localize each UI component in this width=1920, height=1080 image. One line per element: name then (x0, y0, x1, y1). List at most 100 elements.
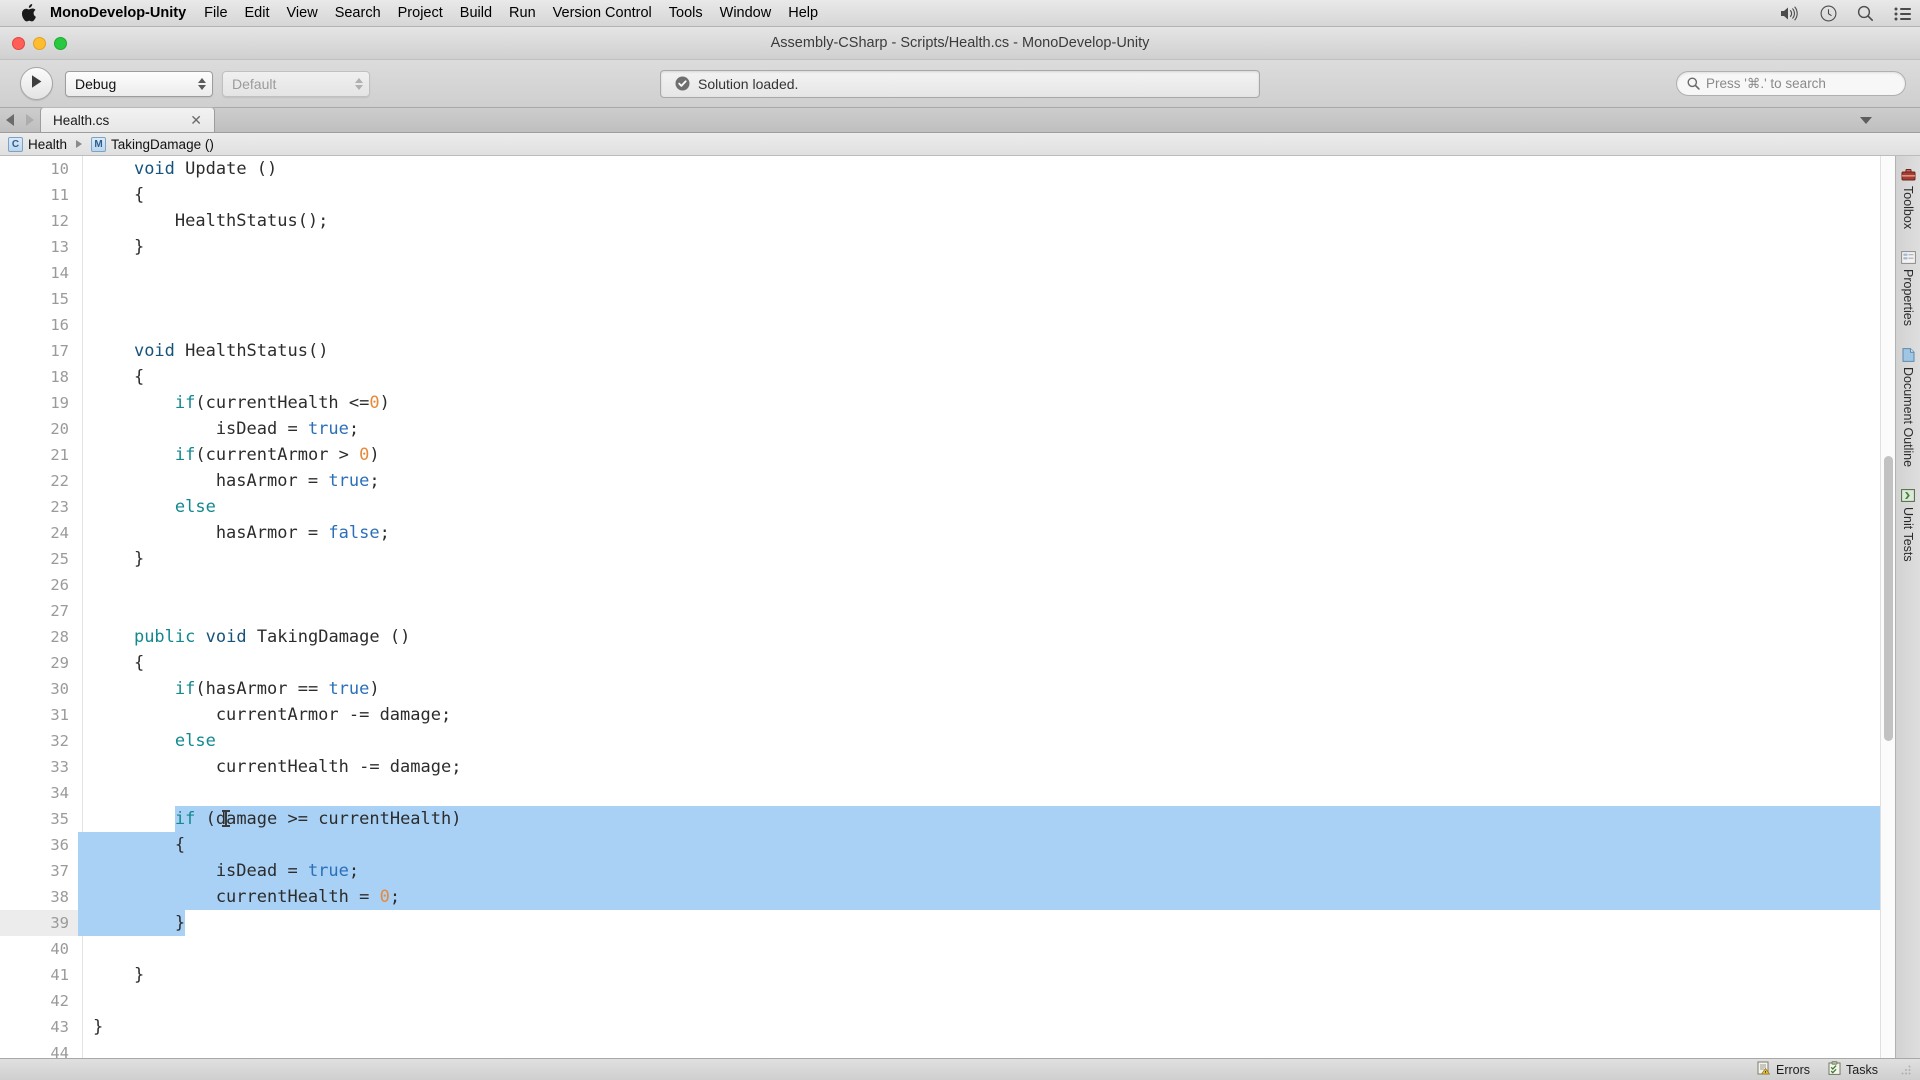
code-line[interactable]: if(hasArmor == true) (83, 676, 1880, 702)
code-line[interactable]: void Update () (83, 156, 1880, 182)
menu-window[interactable]: Window (720, 5, 772, 21)
search-placeholder: Press '⌘.' to search (1706, 75, 1826, 91)
status-panel-text: Solution loaded. (698, 75, 799, 92)
line-number: 38 (50, 888, 69, 906)
tab-health-cs[interactable]: Health.cs ✕ (40, 107, 215, 132)
code-line[interactable] (83, 780, 1880, 806)
code-line[interactable] (83, 286, 1880, 312)
breadcrumb-method-label: TakingDamage () (111, 136, 214, 152)
code-line[interactable]: if(currentHealth <=0) (83, 390, 1880, 416)
code-line[interactable]: } (83, 234, 1880, 260)
code-line[interactable]: isDead = true; (83, 416, 1880, 442)
configuration-selector[interactable]: Debug (65, 70, 213, 97)
unit-tests-icon (1901, 489, 1915, 503)
pad-document-outline[interactable]: Document Outline (1901, 342, 1915, 483)
code-line[interactable]: if(currentArmor > 0) (83, 442, 1880, 468)
code-line[interactable] (83, 936, 1880, 962)
resize-grip-icon[interactable] (1900, 1064, 1912, 1076)
line-number: 28 (50, 628, 69, 646)
code-line[interactable]: } (83, 910, 1880, 936)
volume-icon[interactable] (1780, 6, 1800, 21)
code-line[interactable]: public void TakingDamage () (83, 624, 1880, 650)
chevron-updown-icon (355, 77, 363, 90)
status-panel[interactable]: Solution loaded. (660, 69, 1260, 98)
code-line[interactable]: { (83, 832, 1880, 858)
code-line[interactable]: else (83, 494, 1880, 520)
code-line[interactable] (83, 988, 1880, 1014)
back-arrow-icon[interactable] (6, 113, 14, 126)
code-line[interactable]: if (damage >= currentHealth) (83, 806, 1880, 832)
editor-vertical-scrollbar[interactable] (1880, 156, 1895, 1058)
code-line[interactable]: { (83, 650, 1880, 676)
close-button[interactable] (12, 36, 25, 50)
breadcrumb-item-class[interactable]: C Health (8, 136, 68, 152)
spotlight-search-icon[interactable] (1857, 5, 1874, 22)
line-number: 43 (50, 1018, 69, 1036)
line-number: 26 (50, 576, 69, 594)
window-title-bar: Assembly-CSharp - Scripts/Health.cs - Mo… (0, 27, 1920, 60)
checkmark-circle-icon (675, 76, 690, 91)
code-line[interactable] (83, 572, 1880, 598)
code-line[interactable] (83, 598, 1880, 624)
forward-arrow-icon[interactable] (26, 113, 34, 126)
code-line[interactable] (83, 260, 1880, 286)
code-line[interactable]: } (83, 962, 1880, 988)
menu-search[interactable]: Search (335, 5, 381, 21)
line-number: 10 (50, 160, 69, 178)
line-number: 39 (0, 910, 82, 936)
line-number: 14 (50, 264, 69, 282)
code-line[interactable]: isDead = true; (83, 858, 1880, 884)
line-number: 33 (50, 758, 69, 776)
pad-properties[interactable]: Properties (1900, 245, 1916, 342)
code-line[interactable]: currentArmor -= damage; (83, 702, 1880, 728)
code-line[interactable]: void HealthStatus() (83, 338, 1880, 364)
menu-project[interactable]: Project (398, 5, 443, 21)
right-pad-bar: Toolbox Properties Document Outline Unit… (1895, 156, 1920, 1058)
chevron-down-icon[interactable] (1860, 117, 1872, 124)
search-input[interactable]: Press '⌘.' to search (1676, 71, 1906, 96)
menu-app-name[interactable]: MonoDevelop-Unity (50, 5, 186, 21)
code-line[interactable]: { (83, 182, 1880, 208)
tab-label: Health.cs (53, 112, 110, 128)
apple-logo-icon[interactable] (20, 4, 36, 22)
errors-pad-button[interactable]: Errors (1757, 1061, 1810, 1078)
run-button[interactable] (20, 67, 53, 100)
code-line[interactable]: currentHealth = 0; (83, 884, 1880, 910)
clock-icon[interactable] (1820, 5, 1837, 22)
line-number: 20 (50, 420, 69, 438)
code-line[interactable]: else (83, 728, 1880, 754)
search-icon (1687, 77, 1700, 90)
breadcrumb-item-method[interactable]: M TakingDamage () (91, 136, 214, 152)
code-line[interactable]: { (83, 364, 1880, 390)
text-cursor-icon (222, 810, 230, 827)
close-icon[interactable]: ✕ (190, 112, 202, 129)
menu-view[interactable]: View (287, 5, 318, 21)
menu-file[interactable]: File (204, 5, 227, 21)
menu-help[interactable]: Help (788, 5, 818, 21)
source-editor[interactable]: 10 11 12 13 14 15 16 17 18 19 20 21 22 23 24 25 26 27 28 29… (0, 156, 1880, 1058)
breadcrumb-class-label: Health (28, 136, 68, 152)
code-line[interactable]: } (83, 1014, 1880, 1040)
menu-edit[interactable]: Edit (245, 5, 270, 21)
control-center-icon[interactable] (1894, 7, 1912, 21)
minimize-button[interactable] (33, 36, 46, 50)
chevron-updown-icon (198, 77, 206, 90)
code-text-area[interactable]: void Update () { HealthStatus(); } void … (83, 156, 1880, 1058)
menu-tools[interactable]: Tools (669, 5, 703, 21)
code-line[interactable]: } (83, 546, 1880, 572)
menu-build[interactable]: Build (460, 5, 492, 21)
pad-toolbox[interactable]: Toolbox (1901, 162, 1916, 245)
code-line[interactable] (83, 312, 1880, 338)
pad-unit-tests[interactable]: Unit Tests (1901, 483, 1915, 578)
tasks-pad-button[interactable]: Tasks (1828, 1061, 1878, 1078)
menu-version-control[interactable]: Version Control (553, 5, 652, 21)
code-line[interactable]: currentHealth -= damage; (83, 754, 1880, 780)
code-line[interactable] (83, 1040, 1880, 1058)
code-line[interactable]: HealthStatus(); (83, 208, 1880, 234)
scrollbar-thumb[interactable] (1884, 456, 1893, 741)
menu-run[interactable]: Run (509, 5, 536, 21)
code-line[interactable]: hasArmor = false; (83, 520, 1880, 546)
runtime-selector[interactable]: Default (222, 70, 370, 97)
code-line[interactable]: hasArmor = true; (83, 468, 1880, 494)
zoom-button[interactable] (54, 36, 67, 50)
